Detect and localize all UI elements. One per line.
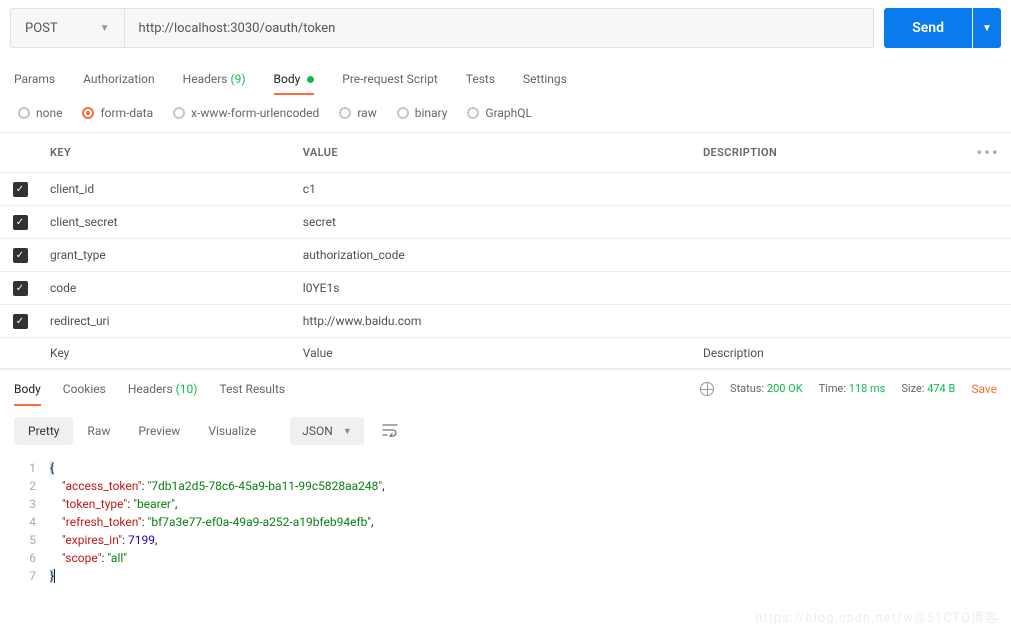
resp-tab-headers[interactable]: Headers (10): [128, 372, 198, 406]
size-chip: Size: 474 B: [901, 382, 955, 395]
viewer-bar: Pretty Raw Preview Visualize JSON ▼: [0, 407, 1011, 455]
col-key: KEY: [40, 133, 293, 173]
code-line: "access_token": "7db1a2d5-78c6-45a9-ba11…: [50, 477, 385, 495]
param-description-placeholder[interactable]: Description: [693, 338, 965, 369]
param-value[interactable]: secret: [293, 206, 693, 239]
resp-tab-cookies[interactable]: Cookies: [63, 372, 106, 406]
col-value: VALUE: [293, 133, 693, 173]
tab-settings[interactable]: Settings: [523, 64, 567, 94]
request-tabs: Params Authorization Headers (9) Body Pr…: [0, 62, 1011, 96]
param-value-placeholder[interactable]: Value: [293, 338, 693, 369]
table-row[interactable]: ✓ client_id c1: [0, 173, 1011, 206]
radio-graphql[interactable]: GraphQL: [467, 106, 532, 120]
resp-tab-testresults[interactable]: Test Results: [219, 372, 285, 406]
table-row-placeholder[interactable]: Key Value Description: [0, 338, 1011, 369]
param-value[interactable]: http://www.baidu.com: [293, 305, 693, 338]
radio-formdata[interactable]: form-data: [82, 106, 153, 120]
more-icon[interactable]: •••: [976, 143, 999, 162]
param-description[interactable]: [693, 305, 965, 338]
view-pretty[interactable]: Pretty: [14, 417, 73, 445]
chevron-down-icon: ▼: [100, 23, 110, 34]
tab-headers[interactable]: Headers (9): [183, 64, 246, 94]
tab-body[interactable]: Body: [274, 64, 315, 94]
status-chip: Status: 200 OK: [730, 382, 803, 395]
param-description[interactable]: [693, 239, 965, 272]
time-chip: Time: 118 ms: [819, 382, 886, 395]
response-tabs: Body Cookies Headers (10) Test Results: [14, 372, 285, 406]
send-button[interactable]: Send: [884, 8, 972, 48]
param-key[interactable]: client_id: [40, 173, 293, 206]
code-line: {: [50, 459, 54, 477]
checkbox-icon[interactable]: ✓: [13, 281, 28, 296]
checkbox-icon[interactable]: ✓: [13, 215, 28, 230]
table-row[interactable]: ✓ grant_type authorization_code: [0, 239, 1011, 272]
param-description[interactable]: [693, 173, 965, 206]
resp-tab-body[interactable]: Body: [14, 372, 41, 406]
format-select[interactable]: JSON ▼: [290, 417, 363, 445]
param-key[interactable]: code: [40, 272, 293, 305]
checkbox-icon[interactable]: ✓: [13, 182, 28, 197]
active-dot-icon: [307, 76, 314, 83]
tab-headers-count: (9): [230, 72, 245, 86]
view-preview[interactable]: Preview: [124, 417, 194, 445]
param-key-placeholder[interactable]: Key: [40, 338, 293, 369]
tab-prerequest[interactable]: Pre-request Script: [342, 64, 437, 94]
code-line: "refresh_token": "bf7a3e77-ef0a-49a9-a25…: [50, 513, 373, 531]
method-label: POST: [25, 21, 58, 36]
table-row[interactable]: ✓ code l0YE1s: [0, 272, 1011, 305]
tab-authorization[interactable]: Authorization: [83, 64, 155, 94]
radio-raw[interactable]: raw: [339, 106, 376, 120]
watermark: https://blog.csdn.net/w@51CTO博客: [755, 607, 999, 626]
param-key[interactable]: redirect_uri: [40, 305, 293, 338]
response-body-viewer[interactable]: 1{ 2 "access_token": "7db1a2d5-78c6-45a9…: [0, 455, 1011, 589]
code-line: "scope": "all": [50, 549, 127, 567]
code-line: }: [50, 567, 55, 585]
checkbox-icon[interactable]: ✓: [13, 248, 28, 263]
radio-none[interactable]: none: [18, 106, 62, 120]
chevron-down-icon: ▼: [982, 23, 992, 34]
response-header: Body Cookies Headers (10) Test Results S…: [0, 369, 1011, 407]
radio-urlencoded[interactable]: x-www-form-urlencoded: [173, 106, 319, 120]
request-bar: POST ▼ Send ▼: [0, 0, 1011, 62]
param-value[interactable]: l0YE1s: [293, 272, 693, 305]
param-value[interactable]: authorization_code: [293, 239, 693, 272]
send-dropdown-button[interactable]: ▼: [973, 8, 1001, 48]
param-value[interactable]: c1: [293, 173, 693, 206]
col-description: DESCRIPTION: [693, 133, 965, 173]
method-select[interactable]: POST ▼: [10, 8, 125, 48]
table-row[interactable]: ✓ redirect_uri http://www.baidu.com: [0, 305, 1011, 338]
view-mode-tabs: Pretty Raw Preview Visualize: [14, 417, 270, 445]
body-type-radios: none form-data x-www-form-urlencoded raw…: [0, 96, 1011, 132]
code-line: "expires_in": 7199,: [50, 531, 157, 549]
wrap-lines-icon[interactable]: [382, 423, 398, 440]
table-row[interactable]: ✓ client_secret secret: [0, 206, 1011, 239]
tab-headers-label: Headers: [183, 72, 228, 86]
view-raw[interactable]: Raw: [73, 417, 124, 445]
param-description[interactable]: [693, 272, 965, 305]
globe-icon[interactable]: [700, 382, 714, 396]
table-header-row: KEY VALUE DESCRIPTION •••: [0, 133, 1011, 173]
params-table: KEY VALUE DESCRIPTION ••• ✓ client_id c1…: [0, 132, 1011, 369]
url-input[interactable]: [125, 8, 875, 48]
checkbox-icon[interactable]: ✓: [13, 314, 28, 329]
chevron-down-icon: ▼: [343, 426, 352, 437]
code-line: "token_type": "bearer",: [50, 495, 177, 513]
view-visualize[interactable]: Visualize: [194, 417, 270, 445]
param-description[interactable]: [693, 206, 965, 239]
tab-body-label: Body: [274, 72, 301, 86]
radio-binary[interactable]: binary: [397, 106, 448, 120]
response-meta: Status: 200 OK Time: 118 ms Size: 474 B …: [700, 382, 997, 396]
tab-params[interactable]: Params: [14, 64, 55, 94]
save-response-link[interactable]: Save: [971, 382, 997, 396]
param-key[interactable]: grant_type: [40, 239, 293, 272]
tab-tests[interactable]: Tests: [466, 64, 495, 94]
param-key[interactable]: client_secret: [40, 206, 293, 239]
